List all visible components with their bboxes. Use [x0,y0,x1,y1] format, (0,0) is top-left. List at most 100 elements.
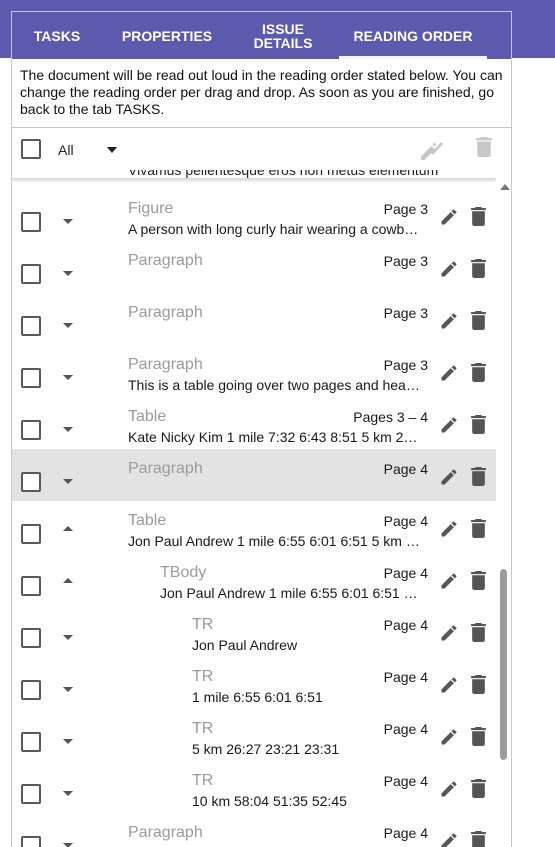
tab-properties[interactable]: PROPERTIES [102,12,232,59]
row-checkbox[interactable] [21,628,41,648]
page-label: Pages 3 – 4 [353,409,428,425]
row-checkbox[interactable] [21,680,41,700]
edit-icon[interactable] [439,311,459,336]
page-label: Page 3 [383,357,428,373]
edit-check-icon[interactable] [419,137,445,166]
page-label: Page 3 [383,201,428,217]
tab-issue-details[interactable]: ISSUE DETAILS [232,12,334,59]
chevron-down-icon[interactable] [63,323,73,328]
scroll-up-arrow-icon[interactable] [500,184,510,190]
trash-icon[interactable] [471,519,486,543]
chevron-down-icon[interactable] [63,479,73,484]
chevron-down-icon[interactable] [63,635,73,640]
chevron-down-icon[interactable] [107,147,117,153]
trash-icon[interactable] [471,727,486,751]
active-tab-indicator [339,56,487,59]
trash-icon[interactable] [471,571,486,595]
chevron-up-icon[interactable] [63,578,73,583]
row-checkbox[interactable] [21,368,41,388]
list-item[interactable]: Paragraph Page 3 This is a table going ove… [12,345,496,397]
edit-icon[interactable] [439,363,459,388]
chevron-down-icon[interactable] [63,843,73,847]
page-label: Page 4 [383,461,428,477]
reading-order-panel: TASKS PROPERTIES ISSUE DETAILS READING O… [11,11,512,847]
list-item[interactable]: Figure Page 3 A person with long curly hai… [12,189,496,241]
edit-icon[interactable] [439,571,459,596]
tab-bar: TASKS PROPERTIES ISSUE DETAILS READING O… [12,12,511,59]
scrollbar-thumb[interactable] [500,569,507,760]
trash-icon[interactable] [471,623,486,647]
trash-icon[interactable] [471,259,486,283]
row-checkbox[interactable] [21,420,41,440]
list-item[interactable]: Paragraph Page 3 [12,293,496,345]
edit-icon[interactable] [439,779,459,804]
chevron-down-icon[interactable] [63,739,73,744]
element-content-text: Kate Nicky Kim 1 mile 7:32 6:43 8:51 5 k… [128,429,424,445]
list-item[interactable]: TR Page 4 1 mile 6:55 6:01 6:51 [12,657,496,709]
edit-icon[interactable] [439,207,459,232]
tab-tasks[interactable]: TASKS [12,12,102,59]
element-type-label: Figure [128,200,174,217]
chevron-down-icon[interactable] [63,687,73,692]
row-checkbox[interactable] [21,316,41,336]
element-content-text: 5 km 26:27 23:21 23:31 [192,741,340,757]
list-scrollbar[interactable] [496,170,511,847]
list-item[interactable]: TR Page 4 Jon Paul Andrew [12,605,496,657]
list-item[interactable]: Table Page 4 Jon Paul Andrew 1 mile 6:55 6… [12,501,496,553]
trash-icon[interactable] [471,779,486,803]
reading-order-list: Figure Page 3 A person with long curly hai… [12,170,496,847]
chevron-down-icon[interactable] [63,375,73,380]
row-checkbox[interactable] [21,836,41,847]
element-content-text: 10 km 58:04 51:35 52:45 [192,793,347,809]
edit-icon[interactable] [439,727,459,752]
element-type-label: Paragraph [128,252,203,269]
element-type-label: Paragraph [128,460,203,477]
element-type-label: Paragraph [128,824,203,841]
element-content-text: Jon Paul Andrew 1 mile 6:55 6:01 6:51 5 … [128,533,424,549]
trash-icon[interactable] [476,137,492,162]
list-item[interactable]: TR Page 4 10 km 58:04 51:35 52:45 [12,761,496,813]
trash-icon[interactable] [471,415,486,439]
list-item[interactable]: Paragraph Page 4 [12,449,496,501]
row-checkbox[interactable] [21,472,41,492]
trash-icon[interactable] [471,207,486,231]
edit-icon[interactable] [439,467,459,492]
filter-select-value[interactable]: All [58,142,74,158]
element-content-text: Jon Paul Andrew 1 mile 6:55 6:01 6:51 5 … [160,585,424,601]
row-checkbox[interactable] [21,264,41,284]
chevron-down-icon[interactable] [63,427,73,432]
list-item[interactable]: Table Pages 3 – 4 Kate Nicky Kim 1 mile 7:… [12,397,496,449]
edit-icon[interactable] [439,623,459,648]
row-checkbox[interactable] [21,212,41,232]
row-checkbox[interactable] [21,784,41,804]
edit-icon[interactable] [439,519,459,544]
trash-icon[interactable] [471,675,486,699]
trash-icon[interactable] [471,363,486,387]
trash-icon[interactable] [471,311,486,335]
tab-reading-order[interactable]: READING ORDER [339,12,487,59]
row-checkbox[interactable] [21,524,41,544]
trash-icon[interactable] [471,467,486,491]
trash-icon[interactable] [471,831,486,847]
chevron-down-icon[interactable] [63,271,73,276]
partial-list-item: Vivamus pellentesque eros non metus elem… [12,170,496,179]
list-item[interactable]: TR Page 4 5 km 26:27 23:21 23:31 [12,709,496,761]
list-item[interactable]: Paragraph Page 4 [12,813,496,847]
element-type-label: TR [192,668,214,685]
element-type-label: TBody [160,564,207,581]
edit-icon[interactable] [439,259,459,284]
page-label: Page 4 [383,721,428,737]
row-checkbox[interactable] [21,576,41,596]
reading-order-description: The document will be read out loud in th… [20,67,503,117]
list-item[interactable]: Paragraph Page 3 [12,241,496,293]
edit-icon[interactable] [439,675,459,700]
chevron-down-icon[interactable] [63,219,73,224]
select-all-checkbox[interactable] [21,139,41,159]
row-checkbox[interactable] [21,732,41,752]
edit-icon[interactable] [439,831,459,847]
list-item[interactable]: TBody Page 4 Jon Paul Andrew 1 mile 6:55 6… [12,553,496,605]
edit-icon[interactable] [439,415,459,440]
element-content-text: A person with long curly hair wearing a … [128,221,424,237]
chevron-up-icon[interactable] [63,526,73,531]
chevron-down-icon[interactable] [63,791,73,796]
